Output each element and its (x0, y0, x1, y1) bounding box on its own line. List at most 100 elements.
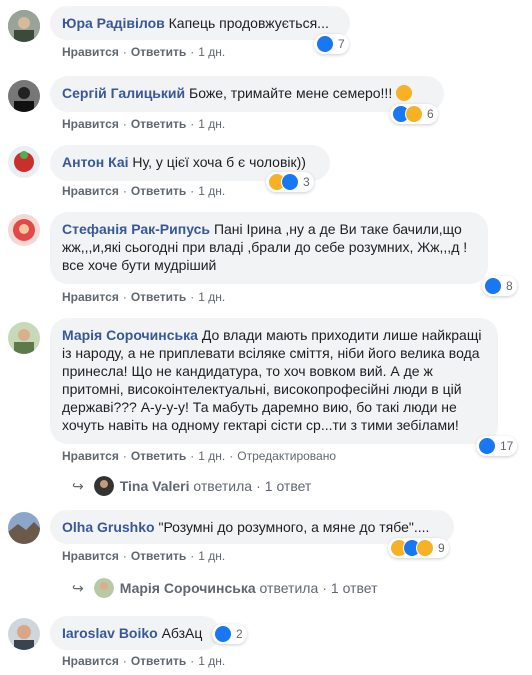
like-icon (478, 437, 496, 455)
reaction-count: 3 (303, 175, 310, 189)
reactions-summary[interactable]: 6 (390, 104, 438, 124)
reply-arrow-icon: ↪ (72, 579, 84, 596)
separator: · (122, 549, 127, 563)
like-icon (281, 173, 299, 191)
like-link[interactable]: Нравится (62, 184, 119, 198)
comment-bubble: Сергій Галицький Боже, тримайте мене сем… (50, 76, 444, 112)
comment-author[interactable]: Стефанія Рак-Рипусь (62, 221, 210, 237)
separator: · (256, 478, 261, 494)
comment-text: Капець продовжується... (168, 15, 329, 31)
view-replies-link[interactable]: ↪ Tina Valeri ответила · 1 ответ (72, 476, 311, 496)
separator: · (190, 117, 195, 131)
reaction-count: 9 (438, 541, 445, 555)
like-link[interactable]: Нравится (62, 449, 119, 463)
reply-author: Марія Сорочинська (119, 580, 256, 596)
reply-link[interactable]: Ответить (131, 184, 186, 198)
comment-actions: Нравится · Ответить · 1 дн. (62, 653, 225, 669)
like-link[interactable]: Нравится (62, 290, 119, 304)
reaction-count: 7 (338, 37, 345, 51)
comment-text: Боже, тримайте мене семеро!!! (189, 85, 393, 101)
reply-verb: ответила (259, 580, 319, 596)
comment-actions: Нравится · Ответить · 1 дн. (62, 44, 225, 60)
comment-author[interactable]: Марія Сорочинська (62, 327, 198, 343)
reply-link[interactable]: Ответить (131, 549, 186, 563)
comment-author[interactable]: Юра Радівілов (62, 15, 165, 31)
like-icon (484, 277, 502, 295)
comment-actions: Нравится · Ответить · 1 дн. (62, 548, 225, 564)
sad-icon (416, 539, 434, 557)
avatar[interactable] (8, 10, 40, 42)
reaction-count: 6 (427, 107, 434, 121)
comment-actions: Нравится · Ответить · 1 дн. (62, 183, 225, 199)
comment-bubble: Стефанія Рак-Рипусь Пані Ірина ,ну а де … (50, 212, 488, 284)
reaction-count: 17 (500, 439, 514, 453)
reply-link[interactable]: Ответить (131, 290, 186, 304)
separator: · (190, 290, 195, 304)
reactions-summary[interactable]: 8 (482, 276, 517, 296)
timestamp[interactable]: 1 дн. (198, 184, 225, 198)
comment-author[interactable]: Iaroslav Boiko (62, 625, 158, 641)
like-icon (214, 625, 232, 643)
reply-arrow-icon: ↪ (72, 477, 84, 494)
separator: · (322, 580, 327, 596)
reactions-summary[interactable]: 17 (476, 436, 518, 456)
reaction-count: 8 (506, 279, 513, 293)
reactions-summary[interactable]: 3 (266, 172, 314, 192)
comment-actions: Нравится · Ответить · 1 дн. (62, 116, 225, 132)
reactions-summary[interactable]: 2 (212, 624, 247, 644)
haha-icon (405, 105, 423, 123)
comment-actions: Нравится · Ответить · 1 дн. · Отредактировано (62, 448, 336, 464)
reply-count: 1 ответ (330, 580, 378, 596)
separator: · (122, 449, 127, 463)
timestamp[interactable]: 1 дн. (198, 654, 225, 668)
timestamp[interactable]: 1 дн. (198, 117, 225, 131)
reply-link[interactable]: Ответить (131, 449, 186, 463)
like-link[interactable]: Нравится (62, 654, 119, 668)
like-link[interactable]: Нравится (62, 117, 119, 131)
avatar (93, 476, 114, 496)
view-replies-link[interactable]: ↪ Марія Сорочинська ответила · 1 ответ (72, 578, 378, 598)
avatar[interactable] (8, 618, 40, 650)
comment-author[interactable]: Olha Grushko (62, 519, 155, 535)
reply-link[interactable]: Ответить (131, 117, 186, 131)
avatar (93, 578, 114, 598)
timestamp[interactable]: 1 дн. (198, 290, 225, 304)
avatar[interactable] (8, 80, 40, 112)
comment-author[interactable]: Антон Каі (62, 154, 129, 170)
separator: · (122, 654, 127, 668)
reply-link[interactable]: Ответить (131, 45, 186, 59)
separator: · (190, 654, 195, 668)
reply-author: Tina Valeri (119, 478, 190, 494)
like-link[interactable]: Нравится (62, 549, 119, 563)
timestamp[interactable]: 1 дн. (198, 449, 225, 463)
reaction-count: 2 (236, 627, 243, 641)
separator: · (190, 45, 195, 59)
separator: · (122, 184, 127, 198)
separator: · (229, 449, 234, 463)
separator: · (190, 184, 195, 198)
like-link[interactable]: Нравится (62, 45, 119, 59)
like-icon (316, 35, 334, 53)
reply-link[interactable]: Ответить (131, 654, 186, 668)
avatar[interactable] (8, 146, 40, 178)
comment-text: АбзАц (161, 625, 203, 641)
comment-author[interactable]: Сергій Галицький (62, 85, 185, 101)
thinking-emoji-icon (396, 85, 413, 101)
separator: · (122, 290, 127, 304)
reactions-summary[interactable]: 7 (314, 34, 349, 54)
edited-label[interactable]: Отредактировано (237, 449, 336, 463)
avatar[interactable] (8, 322, 40, 354)
reply-count: 1 ответ (264, 478, 312, 494)
reactions-summary[interactable]: 9 (388, 538, 449, 558)
timestamp[interactable]: 1 дн. (198, 549, 225, 563)
separator: · (190, 549, 195, 563)
reply-verb: ответила (193, 478, 253, 494)
separator: · (190, 449, 195, 463)
avatar[interactable] (8, 512, 40, 544)
avatar[interactable] (8, 214, 40, 246)
comment-text: Ну, у цієї хоча б є чоловік)) (132, 154, 306, 170)
separator: · (122, 117, 127, 131)
comment-actions: Нравится · Ответить · 1 дн. (62, 289, 225, 305)
timestamp[interactable]: 1 дн. (198, 45, 225, 59)
comment-bubble: Юра Радівілов Капець продовжується... (50, 6, 350, 40)
